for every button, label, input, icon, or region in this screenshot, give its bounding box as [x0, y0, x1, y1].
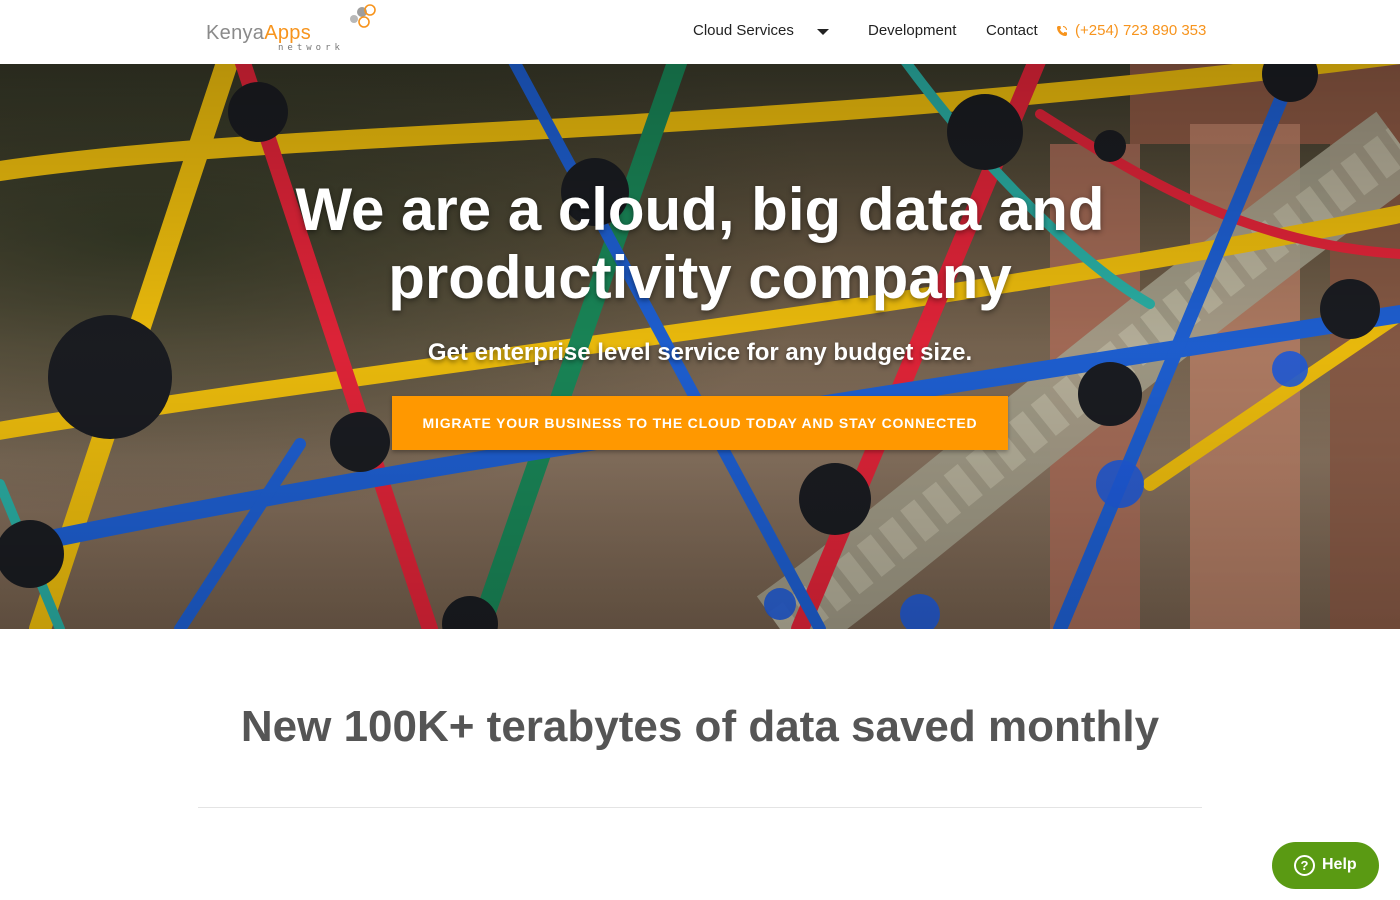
hero-banner: We are a cloud, big data and productivit…: [0, 64, 1400, 629]
nav-cloud-services[interactable]: Cloud Services: [693, 22, 794, 42]
hero-subtitle: Get enterprise level service for any bud…: [427, 339, 973, 366]
logo-wordmark: KenyaApps: [206, 22, 312, 44]
site-header: KenyaApps network Cloud Services Develop…: [0, 0, 1400, 64]
phone-link[interactable]: (+254) 723 890 353: [1075, 22, 1206, 39]
chevron-down-icon[interactable]: [817, 29, 829, 35]
stats-heading: New 100K+ terabytes of data saved monthl…: [240, 702, 1160, 751]
question-circle-icon: ?: [1294, 855, 1315, 876]
phone-icon: [1057, 26, 1067, 36]
site-logo[interactable]: KenyaApps network: [206, 4, 376, 54]
migrate-cta-button[interactable]: MIGRATE YOUR BUSINESS TO THE CLOUD TODAY…: [392, 396, 1008, 450]
logo-bubbles-icon: [350, 4, 376, 28]
hero-title: We are a cloud, big data and productivit…: [295, 176, 1105, 311]
logo-subtitle: network: [278, 43, 344, 53]
nav-contact[interactable]: Contact: [986, 22, 1038, 42]
help-label: Help: [1322, 856, 1357, 873]
nav-development[interactable]: Development: [868, 22, 956, 42]
section-divider: [198, 807, 1202, 808]
help-button[interactable]: ? Help: [1272, 842, 1379, 889]
